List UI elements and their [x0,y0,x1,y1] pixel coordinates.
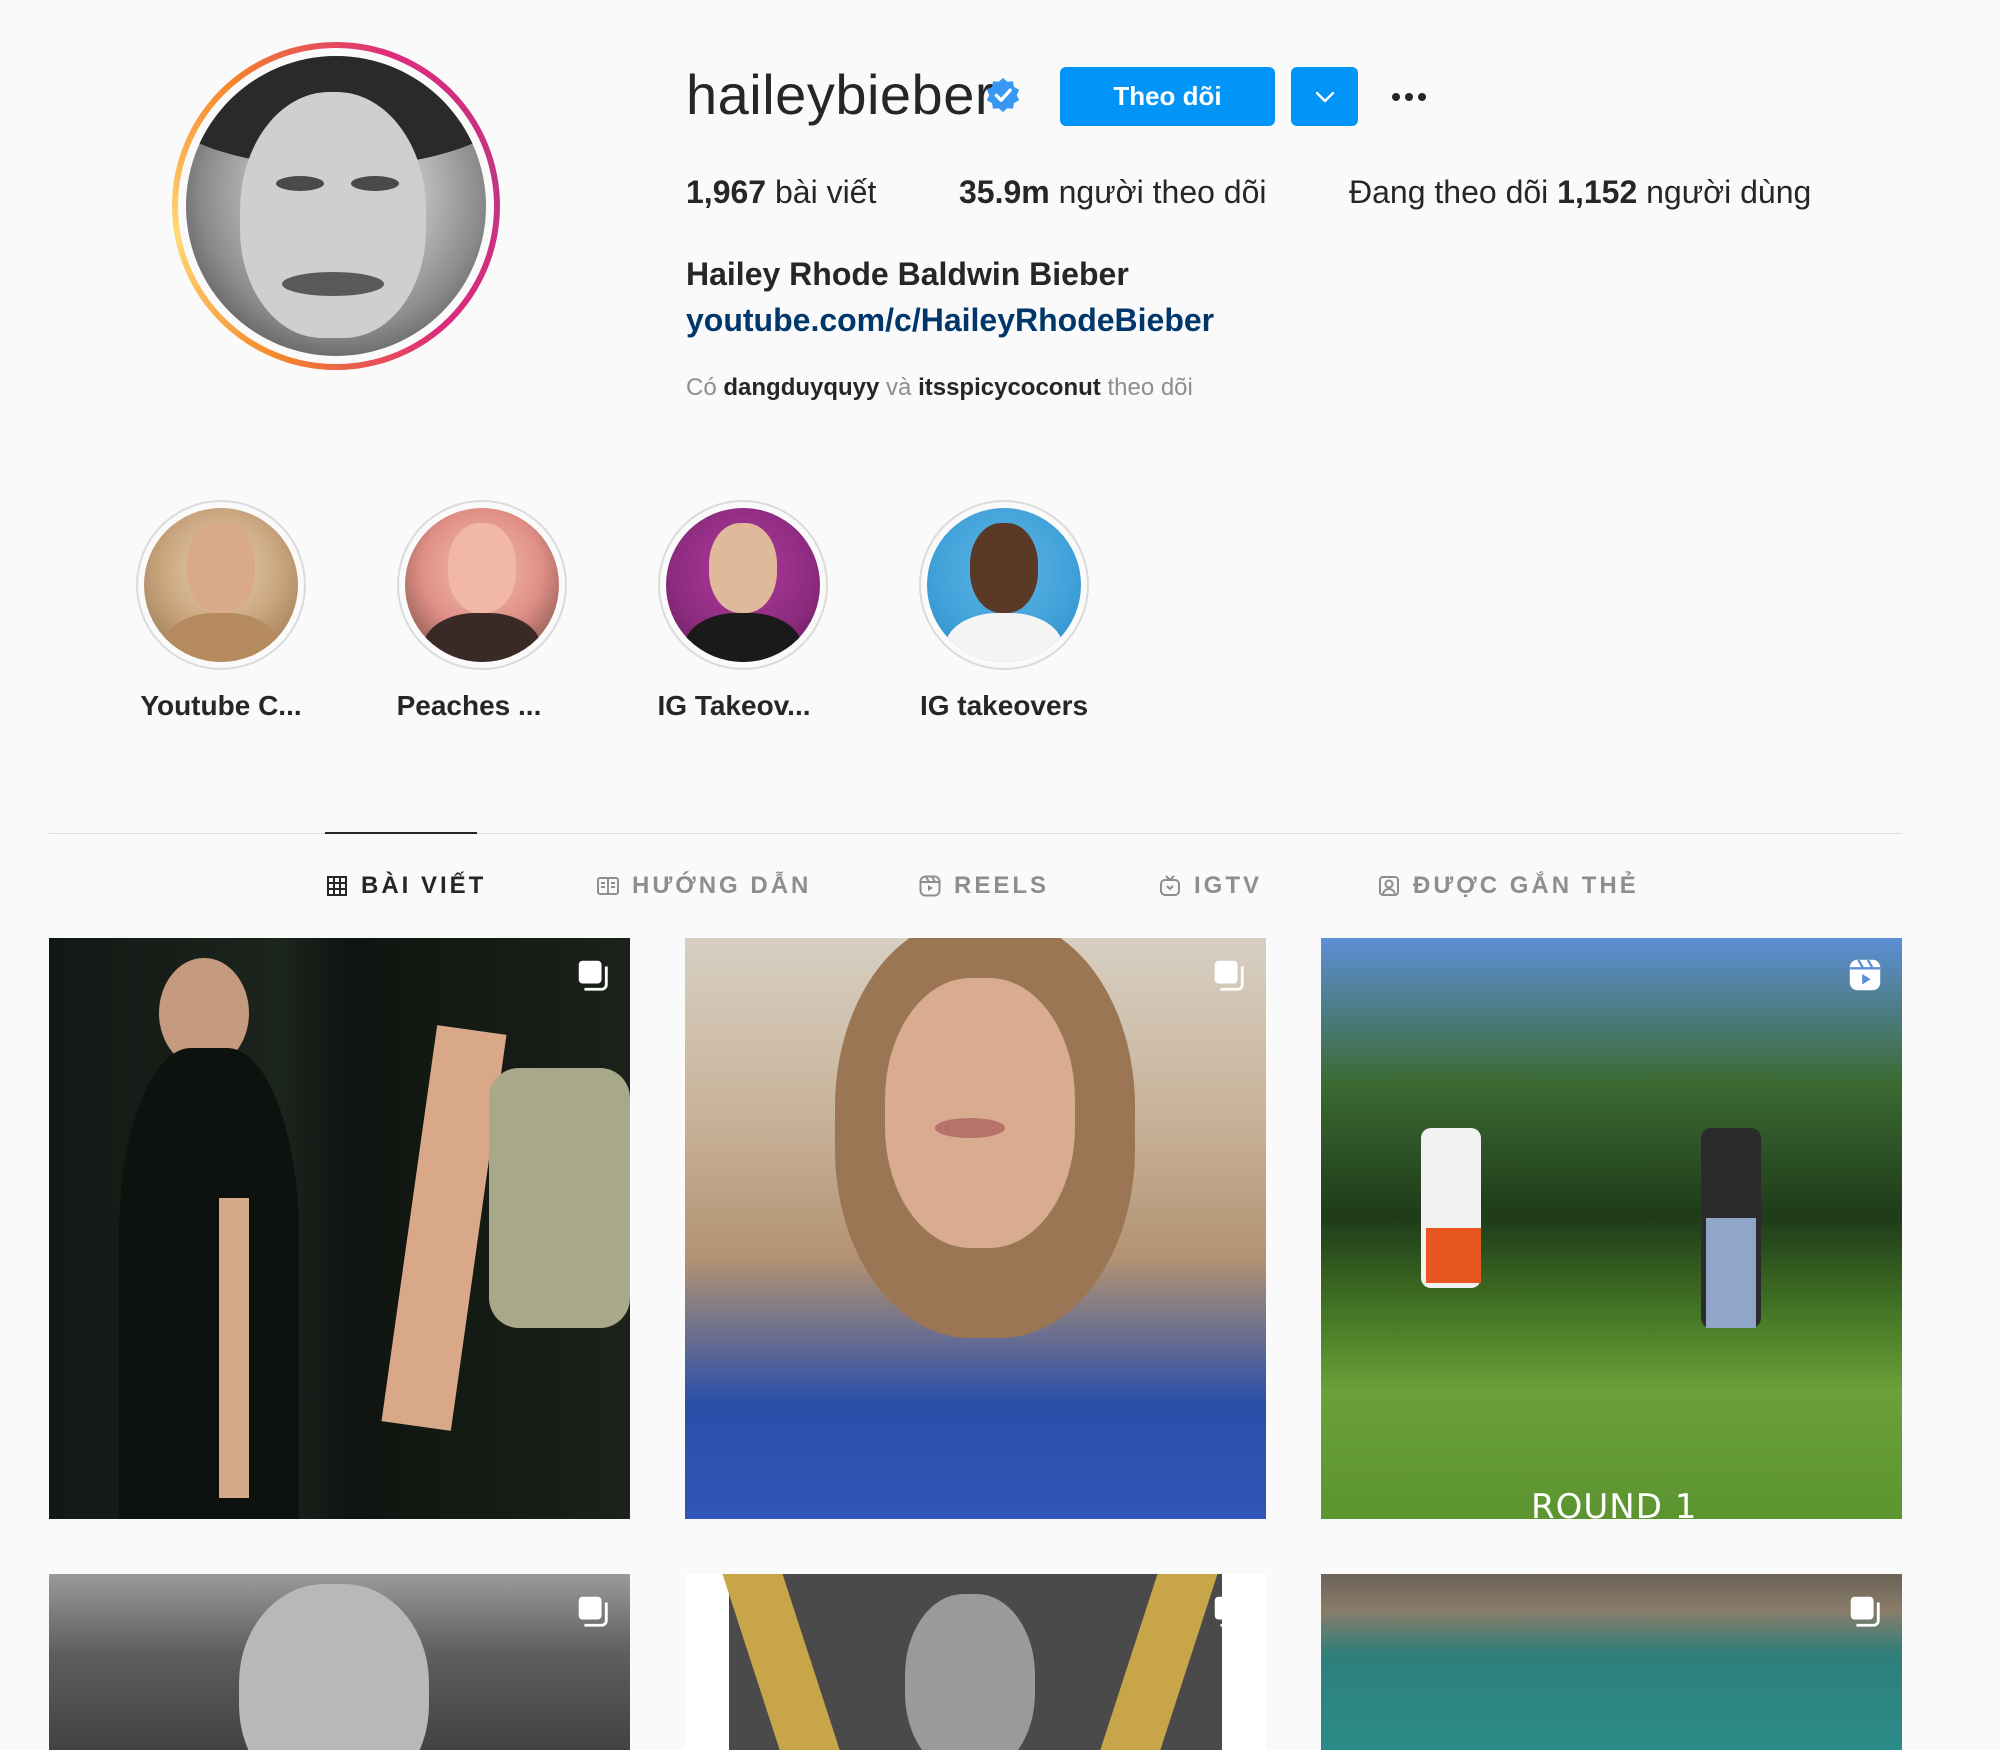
post-thumbnail[interactable] [49,1574,630,1750]
reels-icon [1849,959,1881,991]
highlight-label: Peaches ... [396,690,542,721]
carousel-icon [1214,960,1244,991]
post-overlay-text: ROUND 1 [1531,1487,1698,1519]
username: haileybieber [686,63,994,126]
highlight-ig-takeover-1[interactable] [658,500,828,670]
highlight-ig-takeover-2[interactable] [919,500,1089,670]
posts-count: 1,967 bài viết [686,174,877,210]
profile-avatar-story-ring[interactable] [172,42,500,370]
carousel-icon [578,1596,608,1627]
highlight-label: IG takeovers [919,690,1089,721]
post-thumbnail[interactable] [685,1574,1266,1750]
post-thumbnail[interactable]: ROUND 1 [1321,938,1902,1519]
followed-by-text[interactable]: Có dangduyquyy và itsspicycoconut theo d… [686,374,1193,402]
full-name: Hailey Rhode Baldwin Bieber [686,256,1129,292]
follow-button[interactable]: Theo dõi [1060,67,1275,126]
bio-link[interactable]: youtube.com/c/HaileyRhodeBieber [686,302,1214,339]
followers-link[interactable]: 35.9m người theo dõi [959,174,1267,211]
active-tab-indicator [325,832,477,834]
tab-posts[interactable]: BÀI VIẾT [325,868,486,904]
highlight-peaches[interactable] [397,500,567,670]
highlight-youtube[interactable] [136,500,306,670]
highlight-label: IG Takeov... [657,690,811,721]
tab-tagged[interactable]: ĐƯỢC GẮN THẺ [1377,868,1639,904]
more-options-icon[interactable] [1384,80,1434,114]
tagged-icon [1379,876,1399,896]
verified-badge-icon [986,77,1020,113]
reels-icon [919,875,941,897]
grid-icon [327,876,347,896]
carousel-icon [578,960,608,991]
tab-reels[interactable]: REELS [918,868,1049,904]
guide-icon [597,877,619,895]
post-thumbnail[interactable] [685,938,1266,1519]
igtv-icon [1160,875,1180,896]
tab-igtv[interactable]: IGTV [1158,868,1262,904]
highlight-label: Youtube C... [140,690,302,721]
following-link[interactable]: Đang theo dõi 1,152 người dùng [1349,174,1811,211]
carousel-icon [1850,1596,1880,1627]
avatar [186,56,486,356]
carousel-icon [1214,1596,1244,1627]
chevron-down-icon [1315,91,1334,102]
suggested-dropdown-button[interactable] [1291,67,1358,126]
post-thumbnail[interactable] [49,938,630,1519]
post-thumbnail[interactable] [1321,1574,1902,1750]
tab-guides[interactable]: HƯỚNG DẪN [596,868,811,904]
